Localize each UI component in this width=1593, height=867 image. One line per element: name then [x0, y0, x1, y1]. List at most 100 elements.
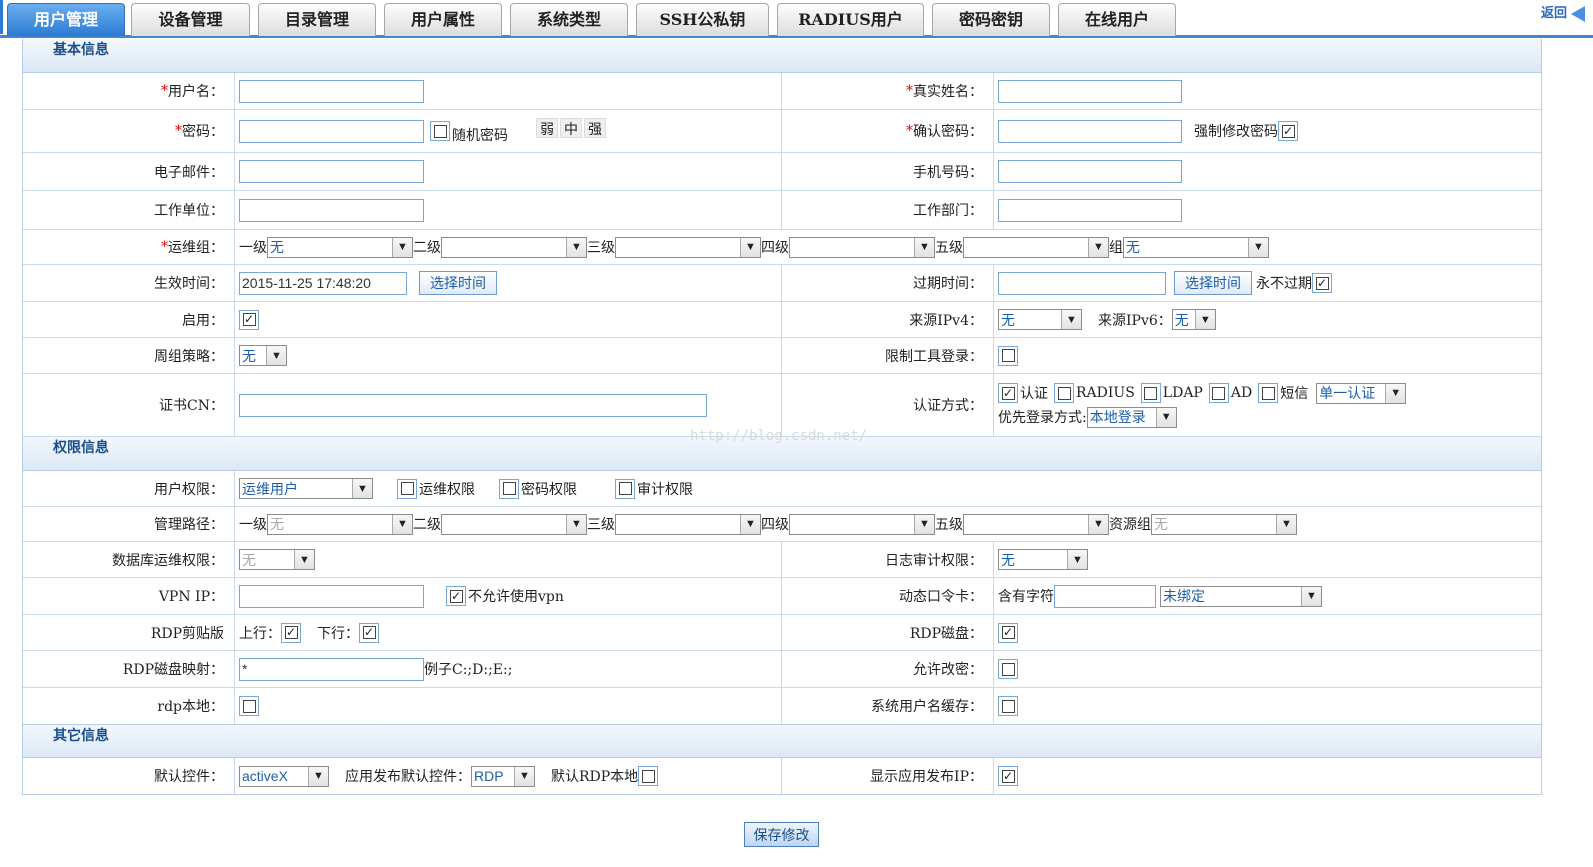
prefer-login-select[interactable]: 本地登录 ▼: [1086, 406, 1177, 428]
audit-perm-checkbox[interactable]: [615, 478, 635, 499]
path-level3-label: 三级: [587, 517, 615, 533]
ops-level2-select[interactable]: ▼: [441, 236, 587, 258]
vpn-disallow-checkbox[interactable]: ✓: [446, 586, 466, 606]
start-choose-time-button[interactable]: 选择时间: [419, 271, 497, 295]
username-input[interactable]: [239, 79, 424, 103]
src-ipv4-select[interactable]: 无 ▼: [998, 309, 1082, 330]
expire-choose-time-button[interactable]: 选择时间: [1174, 271, 1252, 295]
enable-checkbox[interactable]: ✓: [239, 309, 259, 330]
default-rdp-local-checkbox[interactable]: [638, 766, 659, 786]
log-audit-select[interactable]: 无 ▼: [998, 549, 1088, 570]
allow-pwd-change-label: 允许改密：: [781, 651, 994, 687]
chevron-down-icon: ▼: [308, 766, 328, 786]
back-button[interactable]: 返回: [1541, 2, 1585, 22]
strength-strong: 强: [584, 118, 606, 138]
email-input[interactable]: [239, 160, 424, 183]
level1-label: 一级: [239, 240, 267, 256]
upload-checkbox[interactable]: ✓: [281, 622, 301, 643]
vpn-disallow-label: 不允许使用vpn: [468, 589, 564, 605]
chevron-down-icon: ▼: [1088, 514, 1108, 534]
db-perm-select[interactable]: 无 ▼: [239, 549, 315, 570]
ops-perm-checkbox[interactable]: [397, 478, 417, 499]
sys-user-cache-checkbox[interactable]: [998, 696, 1018, 716]
path-level5-select[interactable]: ▼: [963, 513, 1109, 535]
tab-user-mgmt[interactable]: 用户管理: [7, 3, 125, 36]
user-perm-select[interactable]: 运维用户 ▼: [239, 478, 373, 499]
limit-tool-checkbox[interactable]: [998, 345, 1018, 366]
download-checkbox[interactable]: ✓: [359, 622, 379, 643]
tab-dir-mgmt[interactable]: 目录管理: [258, 3, 376, 36]
auth-local-checkbox[interactable]: ✓: [998, 383, 1018, 403]
token-select[interactable]: 未绑定 ▼: [1160, 585, 1322, 607]
password-input[interactable]: [239, 119, 424, 143]
path-level4-label: 四级: [761, 517, 789, 533]
ops-level1-select[interactable]: 无 ▼: [267, 236, 413, 258]
chevron-down-icon: ▼: [914, 514, 934, 534]
vpn-ip-input[interactable]: [239, 584, 424, 608]
enable-label: 启用：: [23, 302, 235, 337]
chevron-down-icon: ▼: [1088, 237, 1108, 257]
weekly-policy-select[interactable]: 无 ▼: [239, 345, 287, 366]
realname-input[interactable]: [998, 79, 1182, 103]
auth-ldap-label: LDAP: [1162, 385, 1203, 401]
path-level3-select[interactable]: ▼: [615, 513, 761, 535]
force-change-checkbox[interactable]: ✓: [1278, 121, 1298, 141]
expire-time-input[interactable]: [998, 271, 1166, 295]
src-ipv6-select[interactable]: 无 ▼: [1171, 309, 1216, 330]
rdp-disk-checkbox[interactable]: ✓: [998, 622, 1018, 643]
row-rdp-map: RDP磁盘映射： 例子C:;D:;E:; 允许改密：: [23, 651, 1541, 688]
path-level2-select[interactable]: ▼: [441, 513, 587, 535]
show-app-ip-checkbox[interactable]: ✓: [998, 766, 1018, 786]
path-level2-label: 二级: [413, 517, 441, 533]
path-level1-select[interactable]: 无 ▼: [267, 513, 413, 535]
src-ipv4-label: 来源IPv4：: [781, 302, 994, 337]
auth-ldap-checkbox[interactable]: [1140, 383, 1161, 403]
user-form: 基本信息 * 用户名： * 真实姓名： * 密码： 随机密码 弱中强 * 确认密码： 强…: [22, 39, 1542, 795]
tab-radius-users[interactable]: RADIUS用户: [777, 3, 924, 36]
department-input[interactable]: [998, 198, 1182, 222]
mgmt-path-label: 管理路径：: [23, 507, 235, 541]
path-level4-select[interactable]: ▼: [789, 513, 935, 535]
chevron-down-icon: ▼: [914, 237, 934, 257]
ops-level3-select[interactable]: ▼: [615, 236, 761, 258]
realname-label: * 真实姓名：: [781, 73, 994, 109]
resource-group-select[interactable]: 无 ▼: [1151, 513, 1297, 535]
tab-user-attr[interactable]: 用户属性: [384, 3, 502, 36]
confirm-password-input[interactable]: [998, 119, 1182, 143]
cert-cn-input[interactable]: [239, 393, 707, 417]
auth-sms-checkbox[interactable]: [1258, 383, 1279, 403]
auth-radius-checkbox[interactable]: [1054, 383, 1074, 403]
pwd-perm-checkbox[interactable]: [499, 478, 519, 499]
level3-label: 三级: [587, 240, 615, 256]
auth-ad-label: AD: [1230, 385, 1253, 401]
default-ctrl-select[interactable]: activeX ▼: [239, 765, 329, 787]
auth-mode-select[interactable]: 单一认证 ▼: [1316, 382, 1407, 404]
ops-level4-select[interactable]: ▼: [789, 236, 935, 258]
tab-online-users[interactable]: 在线用户: [1058, 3, 1176, 36]
allow-pwd-change-checkbox[interactable]: [998, 659, 1018, 679]
ops-level5-select[interactable]: ▼: [963, 236, 1109, 258]
cert-cn-label: 证书CN：: [23, 374, 235, 436]
tab-sys-type[interactable]: 系统类型: [510, 3, 628, 36]
tab-device-mgmt[interactable]: 设备管理: [131, 3, 250, 36]
token-contains-input[interactable]: [1054, 584, 1156, 608]
audit-perm-label: 审计权限: [637, 481, 693, 498]
start-time-input[interactable]: [239, 271, 407, 295]
never-expire-checkbox[interactable]: ✓: [1312, 273, 1332, 293]
save-button[interactable]: 保存修改: [744, 822, 819, 847]
company-input[interactable]: [239, 198, 424, 222]
show-app-ip-label: 显示应用发布IP：: [781, 758, 994, 794]
rdp-map-input[interactable]: [239, 657, 424, 681]
tab-ssh-keys[interactable]: SSH公私钥: [636, 3, 769, 36]
random-password-checkbox[interactable]: [430, 121, 450, 141]
chevron-down-icon: ▼: [740, 514, 760, 534]
auth-ad-checkbox[interactable]: [1208, 383, 1229, 403]
tab-pwd-keys[interactable]: 密码密钥: [932, 3, 1050, 36]
app-ctrl-select[interactable]: RDP ▼: [471, 765, 535, 787]
ops-group-select[interactable]: 无 ▼: [1123, 236, 1269, 258]
log-audit-label: 日志审计权限：: [781, 542, 994, 577]
rdp-local-checkbox[interactable]: [239, 696, 259, 716]
row-rdp-local: rdp本地： 系统用户名缓存：: [23, 688, 1541, 724]
row-ops-group: * 运维组： 一级 无 ▼ 二级 ▼ 三级 ▼ 四级 ▼ 五级 ▼ 组 无 ▼: [23, 230, 1541, 265]
mobile-input[interactable]: [998, 160, 1182, 183]
